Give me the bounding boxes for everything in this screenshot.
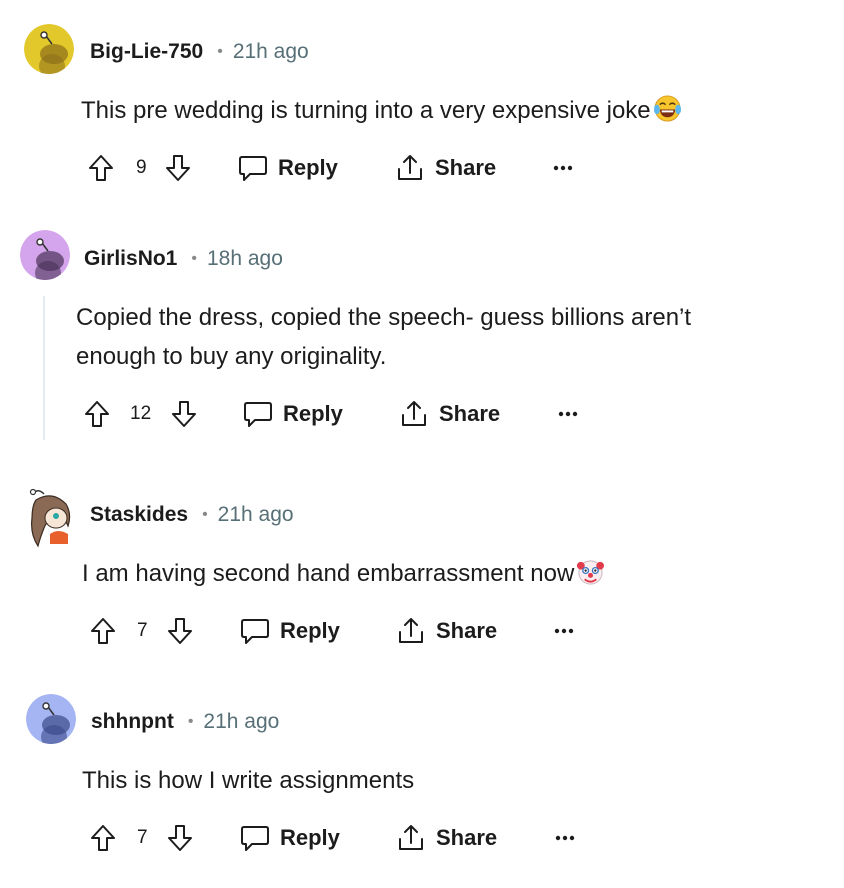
more-options-button[interactable]: [553, 150, 573, 186]
username[interactable]: GirlisNo1: [84, 247, 177, 271]
comment-body: Copied the dress, copied the speech- gue…: [76, 298, 691, 376]
vote-count: 12: [130, 403, 152, 424]
more-options-button[interactable]: [555, 820, 575, 856]
downvote-button[interactable]: [167, 613, 193, 649]
laughing-emoji-icon: [653, 94, 682, 123]
comment-text-line: Copied the dress, copied the speech- gue…: [76, 304, 692, 331]
upvote-button[interactable]: [88, 150, 114, 186]
share-label: Share: [436, 825, 498, 850]
comment-body: This is how I write assignments: [82, 761, 414, 800]
comment-text: I am having second hand embarrassment no…: [82, 560, 575, 587]
share-label: Share: [435, 155, 497, 180]
downvote-icon: [172, 401, 196, 427]
more-options-button[interactable]: [558, 396, 578, 432]
avatar[interactable]: [24, 24, 74, 74]
reply-button[interactable]: Reply: [240, 820, 340, 856]
comment-actions: 7 Reply Share: [0, 613, 844, 649]
username[interactable]: Big-Lie-750: [90, 40, 203, 64]
clown-emoji-icon: [576, 557, 605, 586]
timestamp: 21h ago: [232, 40, 309, 63]
share-button[interactable]: Share: [395, 150, 496, 186]
separator-dot: •: [191, 250, 197, 267]
comment-bubble-icon: [241, 619, 269, 644]
more-dots-icon: [558, 411, 578, 417]
avatar[interactable]: [26, 694, 76, 744]
downvote-button[interactable]: [171, 396, 197, 432]
more-dots-icon: [555, 835, 575, 841]
downvote-icon: [168, 618, 192, 644]
comment-text: This is how I write assignments: [82, 767, 415, 794]
comment-body: I am having second hand embarrassment no…: [82, 554, 605, 593]
share-button[interactable]: Share: [399, 396, 500, 432]
downvote-button[interactable]: [165, 150, 191, 186]
reply-button[interactable]: Reply: [243, 396, 343, 432]
more-options-button[interactable]: [554, 613, 574, 649]
downvote-icon: [166, 155, 190, 181]
username[interactable]: shhnpnt: [91, 710, 174, 734]
upvote-icon: [91, 618, 115, 644]
upvote-button[interactable]: [84, 396, 110, 432]
timestamp: 18h ago: [206, 247, 283, 270]
comment-bubble-icon: [239, 156, 267, 181]
avatar[interactable]: [26, 486, 80, 548]
separator-dot: •: [217, 43, 223, 60]
avatar[interactable]: [20, 230, 70, 280]
comment-bubble-icon: [241, 826, 269, 851]
username[interactable]: Staskides: [90, 503, 188, 527]
share-icon: [399, 618, 423, 643]
more-dots-icon: [553, 165, 573, 171]
reply-label: Reply: [280, 618, 340, 643]
share-icon: [398, 155, 422, 180]
separator-dot: •: [202, 506, 208, 523]
reply-button[interactable]: Reply: [238, 150, 338, 186]
timestamp: 21h ago: [217, 503, 294, 526]
comment-actions: 12 Reply Share: [0, 396, 844, 432]
comment-text: This pre wedding is turning into a very …: [81, 97, 651, 124]
share-button[interactable]: Share: [396, 820, 497, 856]
vote-count: 9: [136, 157, 147, 178]
share-icon: [399, 825, 423, 850]
upvote-icon: [91, 825, 115, 851]
share-label: Share: [436, 618, 498, 643]
upvote-icon: [89, 155, 113, 181]
comment-actions: 9 Reply Share: [0, 150, 844, 186]
reply-button[interactable]: Reply: [240, 613, 340, 649]
separator-dot: •: [187, 713, 194, 730]
comment-body: This pre wedding is turning into a very …: [81, 91, 682, 130]
timestamp: 21h ago: [203, 710, 280, 733]
share-label: Share: [439, 401, 501, 426]
more-dots-icon: [554, 628, 574, 634]
vote-count: 7: [137, 620, 148, 641]
reply-label: Reply: [283, 401, 343, 426]
reply-label: Reply: [280, 825, 340, 850]
upvote-icon: [85, 401, 109, 427]
upvote-button[interactable]: [90, 820, 116, 856]
reply-label: Reply: [278, 155, 338, 180]
downvote-button[interactable]: [167, 820, 193, 856]
comment-bubble-icon: [244, 402, 272, 427]
downvote-icon: [168, 825, 192, 851]
share-button[interactable]: Share: [396, 613, 497, 649]
share-icon: [402, 401, 426, 426]
comment-actions: 7 Reply Share: [0, 820, 844, 856]
upvote-button[interactable]: [90, 613, 116, 649]
comment-text-line: enough to buy any originality.: [76, 343, 387, 370]
vote-count: 7: [137, 827, 148, 848]
